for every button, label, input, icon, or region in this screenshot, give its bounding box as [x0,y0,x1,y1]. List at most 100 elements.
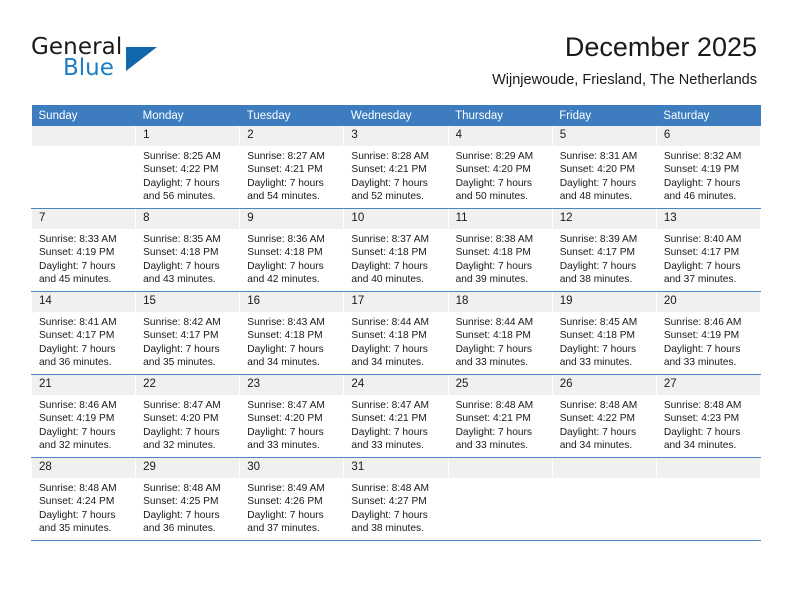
day-daylight-text: and 50 minutes. [456,190,552,203]
day-daylight-text: and 38 minutes. [351,522,447,535]
calendar-day-cell[interactable]: 15Sunrise: 8:42 AMSunset: 4:17 PMDayligh… [136,292,240,375]
day-daylight-text: Daylight: 7 hours [664,343,760,356]
day-number: 15 [136,292,239,312]
day-daylight-text: Daylight: 7 hours [560,177,656,190]
day-sunset-text: Sunset: 4:24 PM [39,495,135,508]
day-number: 31 [344,458,447,478]
page-title: December 2025 [492,31,757,64]
day-sun-info: Sunrise: 8:40 AMSunset: 4:17 PMDaylight:… [657,229,760,287]
day-daylight-text: Daylight: 7 hours [143,343,239,356]
calendar-day-cell[interactable]: 14Sunrise: 8:41 AMSunset: 4:17 PMDayligh… [32,292,136,375]
day-daylight-text: and 42 minutes. [247,273,343,286]
day-daylight-text: Daylight: 7 hours [664,260,760,273]
title-block: December 2025 Wijnjewoude, Friesland, Th… [492,31,757,90]
day-sun-info: Sunrise: 8:46 AMSunset: 4:19 PMDaylight:… [657,312,760,370]
day-daylight-text: and 38 minutes. [560,273,656,286]
day-number [553,458,656,478]
day-daylight-text: Daylight: 7 hours [351,426,447,439]
weekday-header-wednesday: Wednesday [344,105,448,126]
day-sun-info: Sunrise: 8:45 AMSunset: 4:18 PMDaylight:… [553,312,656,370]
day-sunrise-text: Sunrise: 8:48 AM [39,482,135,495]
day-sun-info: Sunrise: 8:49 AMSunset: 4:26 PMDaylight:… [240,478,343,536]
calendar-day-cell[interactable]: 3Sunrise: 8:28 AMSunset: 4:21 PMDaylight… [344,126,448,209]
calendar-day-cell[interactable]: 7Sunrise: 8:33 AMSunset: 4:19 PMDaylight… [32,209,136,292]
calendar-day-cell[interactable]: 25Sunrise: 8:48 AMSunset: 4:21 PMDayligh… [448,375,552,458]
calendar-day-cell[interactable]: 28Sunrise: 8:48 AMSunset: 4:24 PMDayligh… [32,458,136,541]
day-sun-info: Sunrise: 8:32 AMSunset: 4:19 PMDaylight:… [657,146,760,204]
day-sunrise-text: Sunrise: 8:48 AM [456,399,552,412]
calendar-day-cell[interactable]: 4Sunrise: 8:29 AMSunset: 4:20 PMDaylight… [448,126,552,209]
day-daylight-text: and 35 minutes. [143,356,239,369]
calendar-week-row: 14Sunrise: 8:41 AMSunset: 4:17 PMDayligh… [32,292,761,375]
day-sunset-text: Sunset: 4:18 PM [247,246,343,259]
day-sunrise-text: Sunrise: 8:36 AM [247,233,343,246]
day-number: 17 [344,292,447,312]
calendar-day-cell[interactable]: 12Sunrise: 8:39 AMSunset: 4:17 PMDayligh… [552,209,656,292]
calendar-day-cell[interactable]: 19Sunrise: 8:45 AMSunset: 4:18 PMDayligh… [552,292,656,375]
page-subtitle: Wijnjewoude, Friesland, The Netherlands [492,70,757,90]
day-sun-info: Sunrise: 8:48 AMSunset: 4:23 PMDaylight:… [657,395,760,453]
day-sunset-text: Sunset: 4:19 PM [39,246,135,259]
calendar-day-cell[interactable]: 6Sunrise: 8:32 AMSunset: 4:19 PMDaylight… [656,126,760,209]
day-daylight-text: Daylight: 7 hours [247,177,343,190]
weekday-header-thursday: Thursday [448,105,552,126]
calendar-day-cell[interactable]: 29Sunrise: 8:48 AMSunset: 4:25 PMDayligh… [136,458,240,541]
day-number: 18 [449,292,552,312]
day-sunrise-text: Sunrise: 8:48 AM [143,482,239,495]
logo-triangle-icon [126,47,157,71]
day-sunset-text: Sunset: 4:21 PM [351,412,447,425]
calendar-day-cell[interactable]: 2Sunrise: 8:27 AMSunset: 4:21 PMDaylight… [240,126,344,209]
day-daylight-text: and 46 minutes. [664,190,760,203]
calendar-cell-empty [448,458,552,541]
calendar-day-cell[interactable]: 13Sunrise: 8:40 AMSunset: 4:17 PMDayligh… [656,209,760,292]
day-daylight-text: and 37 minutes. [664,273,760,286]
day-daylight-text: Daylight: 7 hours [456,343,552,356]
day-sunset-text: Sunset: 4:23 PM [664,412,760,425]
calendar-day-cell[interactable]: 31Sunrise: 8:48 AMSunset: 4:27 PMDayligh… [344,458,448,541]
day-number: 10 [344,209,447,229]
day-sunset-text: Sunset: 4:18 PM [351,246,447,259]
day-daylight-text: Daylight: 7 hours [39,426,135,439]
calendar-day-cell[interactable]: 10Sunrise: 8:37 AMSunset: 4:18 PMDayligh… [344,209,448,292]
day-daylight-text: Daylight: 7 hours [560,426,656,439]
day-sun-info: Sunrise: 8:44 AMSunset: 4:18 PMDaylight:… [344,312,447,370]
day-daylight-text: and 45 minutes. [39,273,135,286]
day-daylight-text: Daylight: 7 hours [351,177,447,190]
calendar-day-cell[interactable]: 24Sunrise: 8:47 AMSunset: 4:21 PMDayligh… [344,375,448,458]
day-sunset-text: Sunset: 4:19 PM [664,329,760,342]
calendar-day-cell[interactable]: 23Sunrise: 8:47 AMSunset: 4:20 PMDayligh… [240,375,344,458]
calendar-day-cell[interactable]: 18Sunrise: 8:44 AMSunset: 4:18 PMDayligh… [448,292,552,375]
day-sunset-text: Sunset: 4:19 PM [39,412,135,425]
day-number: 7 [32,209,135,229]
day-sunset-text: Sunset: 4:18 PM [456,329,552,342]
calendar-day-cell[interactable]: 22Sunrise: 8:47 AMSunset: 4:20 PMDayligh… [136,375,240,458]
calendar-day-cell[interactable]: 21Sunrise: 8:46 AMSunset: 4:19 PMDayligh… [32,375,136,458]
day-daylight-text: and 33 minutes. [247,439,343,452]
day-daylight-text: and 34 minutes. [664,439,760,452]
calendar-day-cell[interactable]: 1Sunrise: 8:25 AMSunset: 4:22 PMDaylight… [136,126,240,209]
day-sunrise-text: Sunrise: 8:48 AM [560,399,656,412]
day-sun-info: Sunrise: 8:48 AMSunset: 4:24 PMDaylight:… [32,478,135,536]
calendar-page: General Blue December 2025 Wijnjewoude, … [0,0,792,612]
day-number: 2 [240,126,343,146]
weekday-header-monday: Monday [136,105,240,126]
day-sun-info: Sunrise: 8:33 AMSunset: 4:19 PMDaylight:… [32,229,135,287]
calendar-day-cell[interactable]: 20Sunrise: 8:46 AMSunset: 4:19 PMDayligh… [656,292,760,375]
calendar-day-cell[interactable]: 11Sunrise: 8:38 AMSunset: 4:18 PMDayligh… [448,209,552,292]
calendar-day-cell[interactable]: 27Sunrise: 8:48 AMSunset: 4:23 PMDayligh… [656,375,760,458]
calendar-day-cell[interactable]: 9Sunrise: 8:36 AMSunset: 4:18 PMDaylight… [240,209,344,292]
calendar-day-cell[interactable]: 5Sunrise: 8:31 AMSunset: 4:20 PMDaylight… [552,126,656,209]
calendar-day-cell[interactable]: 8Sunrise: 8:35 AMSunset: 4:18 PMDaylight… [136,209,240,292]
calendar-day-cell[interactable]: 26Sunrise: 8:48 AMSunset: 4:22 PMDayligh… [552,375,656,458]
weekday-header-friday: Friday [552,105,656,126]
day-sunset-text: Sunset: 4:21 PM [247,163,343,176]
calendar-day-cell[interactable]: 30Sunrise: 8:49 AMSunset: 4:26 PMDayligh… [240,458,344,541]
day-daylight-text: and 56 minutes. [143,190,239,203]
day-daylight-text: Daylight: 7 hours [664,177,760,190]
day-daylight-text: and 34 minutes. [351,356,447,369]
general-blue-logo: General Blue [31,34,251,86]
day-number: 20 [657,292,760,312]
calendar-cell-empty [32,126,136,209]
calendar-day-cell[interactable]: 16Sunrise: 8:43 AMSunset: 4:18 PMDayligh… [240,292,344,375]
calendar-day-cell[interactable]: 17Sunrise: 8:44 AMSunset: 4:18 PMDayligh… [344,292,448,375]
